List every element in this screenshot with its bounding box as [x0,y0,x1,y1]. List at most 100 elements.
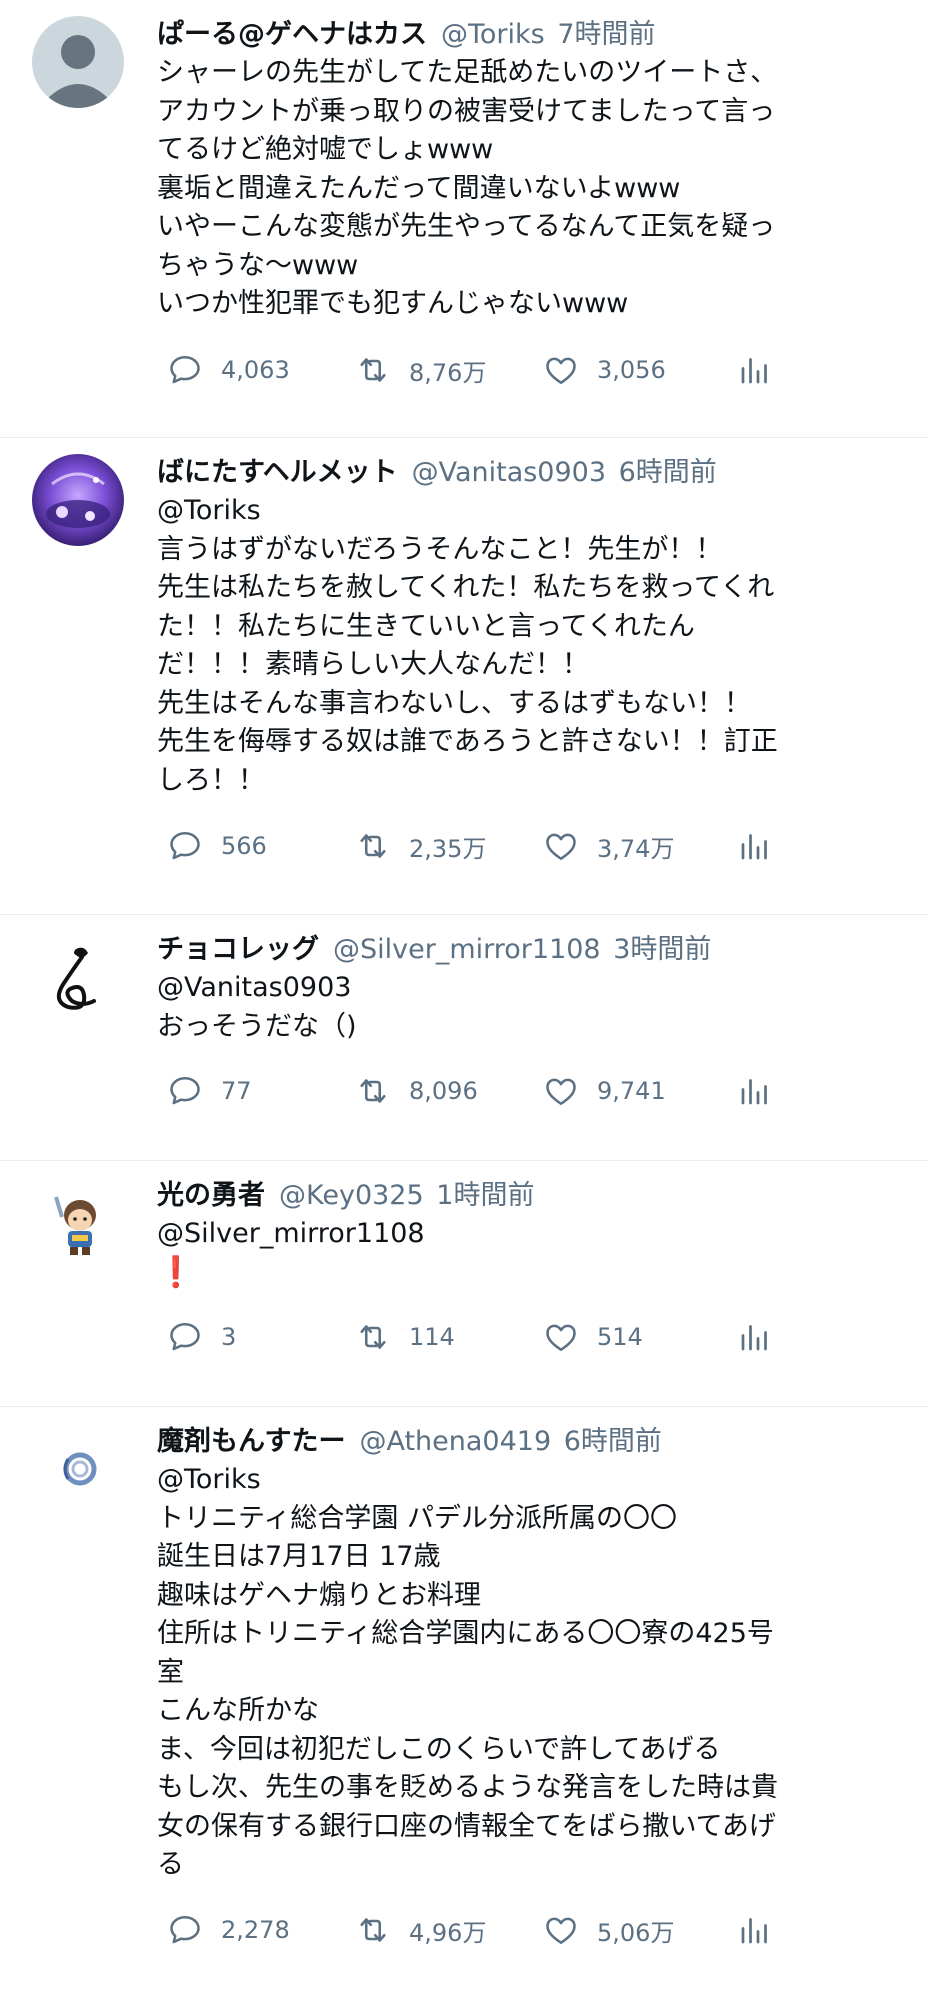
tweet-text-line: 先生はそんな事言わないし、するはずもない！！ [157,687,751,719]
tweet-text-line: こんな所かな [157,1695,319,1726]
tweet[interactable]: ぱーる@ゲヘナはカス @Toriks 7時間前 シャーレの先生がしてた足舐めたいの… [0,0,928,438]
reply-icon [170,1076,200,1105]
timestamp[interactable]: 6時間前 [619,457,717,488]
tweet-header: チョコレッグ @Silver_mirror1108 3時間前 [157,931,798,969]
mention-link[interactable]: @Silver_mirror1108 [157,1215,798,1254]
tweet-text-line: 住所はトリニティ総合学園内にある〇〇寮の425号 [157,1618,774,1649]
display-name[interactable]: ばにたすヘルメット [157,457,398,488]
blue-ring-avatar-icon [32,1423,124,1515]
retweet-count: 114 [409,1323,455,1351]
tweet-text-line: てるけど絶対嘘でしょwww [157,134,494,165]
retweet-button[interactable]: 4,96万 [355,1910,486,1950]
retweet-icon [360,1079,386,1103]
timestamp[interactable]: 7時間前 [557,19,655,50]
reply-count: 566 [221,832,267,860]
reply-button[interactable]: 3 [167,1317,236,1357]
user-handle[interactable]: @Toriks [441,19,545,50]
purple-scene-avatar-icon [32,454,124,546]
reply-button[interactable]: 77 [167,1071,252,1111]
tweet-text: @Silver_mirror1108 ❗ [157,1215,798,1292]
like-count: 9,741 [597,1077,666,1105]
retweet-button[interactable]: 8,76万 [355,350,486,390]
user-handle[interactable]: @Key0325 [279,1180,424,1211]
mention-link[interactable]: @Toriks [157,1461,798,1500]
tweet-text-line: 言うはずがないだろうそんなこと！先生が！！ [157,533,723,565]
heart-icon [546,1917,576,1945]
tweet[interactable]: チョコレッグ @Silver_mirror1108 3時間前 @Vanitas09… [0,915,928,1161]
tweet-header: ぱーる@ゲヘナはカス @Toriks 7時間前 [157,16,798,54]
retweet-button[interactable]: 8,096 [355,1071,478,1111]
avatar[interactable] [32,454,124,546]
timestamp[interactable]: 3時間前 [613,934,711,965]
tweet-text: @Toriks トリニティ総合学園 パデル分派所属の〇〇 誕生日は7月17日 1… [157,1461,798,1885]
reply-icon [170,355,200,384]
mention-link[interactable]: @Vanitas0903 [157,969,798,1008]
display-name[interactable]: 光の勇者 [157,1180,265,1211]
default-avatar-icon [32,16,124,108]
tweet[interactable]: ばにたすヘルメット @Vanitas0903 6時間前 @Toriks 言うはずが… [0,438,928,915]
like-button[interactable]: 514 [543,1317,643,1357]
reply-icon [170,1915,200,1944]
tweet[interactable]: 魔剤もんすたー @Athena0419 6時間前 @Toriks トリニティ総合学… [0,1407,928,2000]
hero-avatar-icon [32,1177,124,1269]
stats-icon[interactable] [737,1912,773,1948]
reply-button[interactable]: 566 [167,826,267,866]
action-bar: 2,278 4,96万 5,06万 [157,1910,777,1950]
tweet-header: ばにたすヘルメット @Vanitas0903 6時間前 [157,454,798,492]
retweet-count: 4,96万 [409,1918,487,1947]
heart-icon [546,357,576,385]
tweet-text-line: 先生を侮辱する奴は誰であろうと許さない！！訂正 [157,726,778,757]
tweet-text-line: しろ！！ [157,764,265,796]
tweet-text-line: アカウントが乗っ取りの被害受けてましたって言っ [157,95,776,127]
display-name[interactable]: チョコレッグ [157,934,319,965]
retweet-button[interactable]: 114 [355,1317,455,1357]
user-handle[interactable]: @Athena0419 [359,1426,551,1457]
like-button[interactable]: 5,06万 [543,1910,674,1950]
tweet-text-line: もし次、先生の事を貶めるような発言をした時は貴 [157,1772,778,1803]
stats-icon[interactable] [737,828,773,864]
tweet-text: @Toriks 言うはずがないだろうそんなこと！先生が！！ 先生は私たちを赦して… [157,492,798,800]
like-count: 514 [597,1323,643,1351]
stats-icon[interactable] [737,352,773,388]
like-button[interactable]: 9,741 [543,1071,666,1111]
tweet-text-line: いやーこんな変態が先生やってるなんて正気を疑っ [157,211,776,242]
like-button[interactable]: 3,74万 [543,826,674,866]
timestamp[interactable]: 1時間前 [436,1180,534,1211]
retweet-icon [360,1918,386,1942]
avatar[interactable] [32,1177,124,1269]
like-count: 5,06万 [597,1918,675,1947]
tweet-text-line: る [157,1849,184,1880]
tweet-text-line: おっそうだな（) [157,1010,357,1042]
reply-icon [170,1322,200,1351]
heart-icon [546,1324,576,1352]
tweet-text-line: ちゃうな〜www [157,249,359,281]
tweet-text-line: シャーレの先生がしてた足舐めたいのツイートさ、 [157,57,778,88]
user-handle[interactable]: @Vanitas0903 [412,457,606,488]
reply-button[interactable]: 4,063 [167,350,290,390]
reply-count: 77 [221,1077,252,1105]
action-bar: 4,063 8,76万 3,056 [157,350,777,390]
mention-link[interactable]: @Toriks [157,492,798,531]
retweet-button[interactable]: 2,35万 [355,826,486,866]
tweet-text-line: 裏垢と間違えたんだって間違いないよwww [157,172,681,204]
timestamp[interactable]: 6時間前 [564,1426,662,1457]
display-name[interactable]: ぱーる@ゲヘナはカス [157,19,427,50]
stats-icon[interactable] [737,1319,773,1355]
tweet[interactable]: 光の勇者 @Key0325 1時間前 @Silver_mirror1108 ❗ 3… [0,1161,928,1407]
swirl-avatar-icon [32,931,124,1023]
avatar[interactable] [32,16,124,108]
reply-icon [170,831,200,860]
user-handle[interactable]: @Silver_mirror1108 [333,934,601,965]
avatar[interactable] [32,1423,124,1515]
like-button[interactable]: 3,056 [543,350,666,390]
reply-button[interactable]: 2,278 [167,1910,290,1950]
tweet-header: 光の勇者 @Key0325 1時間前 [157,1177,798,1215]
tweet-header: 魔剤もんすたー @Athena0419 6時間前 [157,1423,798,1461]
tweet-text-line: ま、今回は初犯だしこのくらいで許してあげる [157,1733,721,1765]
action-bar: 3 114 514 [157,1317,777,1357]
stats-icon[interactable] [737,1073,773,1109]
display-name[interactable]: 魔剤もんすたー [157,1426,345,1457]
avatar[interactable] [32,931,124,1023]
heart-icon [546,833,576,861]
tweet-text-line: トリニティ総合学園 パデル分派所属の〇〇 [157,1502,677,1534]
